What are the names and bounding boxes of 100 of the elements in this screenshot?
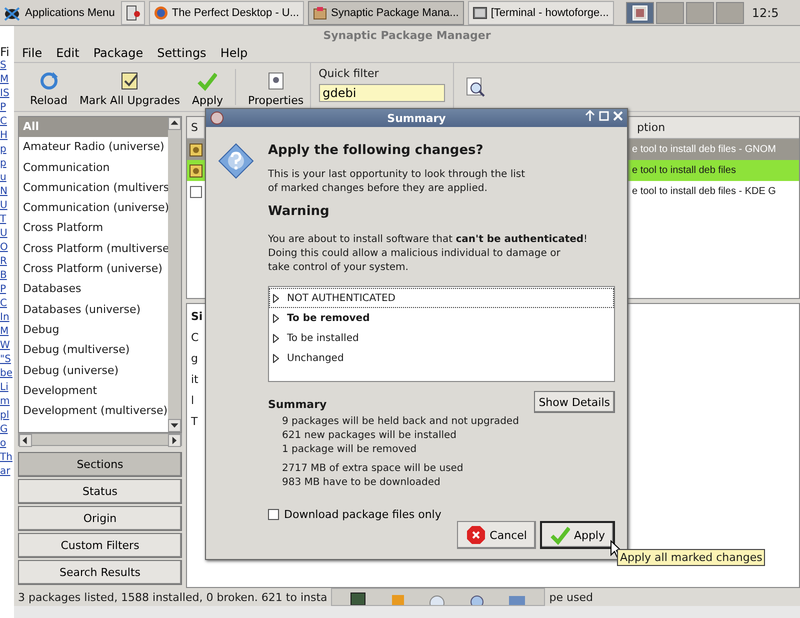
text-fragment: l	[191, 394, 194, 407]
list-item[interactable]: Debug (universe)	[19, 360, 168, 381]
link-fragment[interactable]: m	[0, 396, 14, 408]
workspace-button[interactable]	[626, 2, 654, 24]
link-fragment[interactable]: R	[0, 256, 14, 268]
cancel-button[interactable]: Cancel	[456, 521, 536, 549]
link-fragment[interactable]: p	[0, 144, 14, 156]
menu-button[interactable]: Applications Menu	[0, 0, 117, 24]
menu-item[interactable]: File	[20, 46, 44, 60]
link-fragment[interactable]: Li	[0, 382, 14, 394]
link-fragment[interactable]: Th	[0, 452, 14, 464]
list-item[interactable]: Communication (universe)	[19, 198, 168, 218]
filter-button[interactable]: Status	[18, 479, 182, 504]
toolbar-button[interactable]: Mark All Upgrades	[73, 63, 186, 111]
link-fragment[interactable]: W	[0, 340, 14, 352]
link-fragment[interactable]: M	[0, 326, 14, 338]
list-item[interactable]: Cross Platform	[19, 218, 168, 239]
list-item[interactable]: Debug	[19, 320, 168, 340]
summary-line: 983 MB have to be downloaded	[282, 476, 442, 490]
list-item[interactable]: Databases (universe)	[19, 300, 168, 320]
status-text: 3 packages listed, 1588 installed, 0 broken. 621 to insta	[18, 590, 328, 604]
workspace-button[interactable]	[656, 2, 684, 24]
link-fragment[interactable]: u	[0, 172, 14, 184]
link-fragment[interactable]: U	[0, 200, 14, 212]
link-fragment[interactable]: IS	[0, 88, 14, 100]
tree-item[interactable]: To be installed	[269, 328, 614, 348]
dialog-heading: Apply the following changes?	[268, 143, 484, 158]
link-fragment[interactable]: P	[0, 102, 14, 114]
link-fragment[interactable]: C	[0, 298, 14, 310]
close-icon	[613, 110, 623, 122]
link-fragment[interactable]: N	[0, 186, 14, 198]
link-fragment[interactable]: pl	[0, 410, 14, 422]
check-icon	[550, 525, 570, 545]
filter-button[interactable]: Sections	[18, 452, 182, 477]
expander-icon	[273, 334, 279, 342]
door-icon	[126, 4, 140, 20]
link-fragment[interactable]: O	[0, 242, 14, 254]
package-icon	[313, 6, 328, 20]
link-fragment[interactable]: B	[0, 270, 14, 282]
terminal-icon	[350, 591, 366, 605]
filter-button[interactable]: Origin	[18, 506, 182, 531]
maximize-icon	[599, 110, 609, 122]
link-fragment[interactable]: In	[0, 312, 14, 324]
list-item[interactable]: Amateur Radio (universe)	[19, 137, 168, 158]
tooltip: Apply all marked changes	[617, 549, 766, 566]
list-item[interactable]: Communication	[19, 158, 168, 178]
menu-item[interactable]: Help	[218, 46, 250, 60]
summary-line: 621 new packages will be installed	[282, 429, 458, 443]
link-fragment[interactable]: be	[0, 368, 14, 380]
workspace-button[interactable]	[686, 2, 714, 24]
link-fragment[interactable]: P	[0, 284, 14, 296]
menu-item[interactable]: Settings	[155, 46, 208, 60]
menu-item[interactable]: Fi	[0, 46, 14, 58]
link-fragment[interactable]: T	[0, 214, 14, 226]
tree-item[interactable]: NOT AUTHENTICATED	[269, 288, 614, 308]
scrollbar[interactable]	[168, 117, 181, 432]
terminal-icon	[472, 6, 487, 20]
list-item[interactable]: Cross Platform (universe)	[19, 259, 168, 280]
pin-icon	[585, 110, 595, 122]
workspace-button[interactable]	[716, 2, 744, 24]
list-item[interactable]: Debug (multiverse)	[19, 340, 168, 361]
tree-item[interactable]: Unchanged	[269, 348, 614, 368]
checkbox[interactable]: Download package files only	[268, 508, 442, 521]
link-fragment[interactable]: S	[0, 60, 14, 72]
tree-item[interactable]: To be removed	[269, 308, 614, 328]
taskbar-button[interactable]: Synaptic Package Mana...	[308, 0, 464, 24]
show-desktop-button[interactable]	[120, 0, 145, 24]
link-fragment[interactable]: p	[0, 158, 14, 170]
taskbar-button[interactable]: [Terminal - howtoforge...	[468, 0, 614, 24]
status-text: pe used	[549, 590, 593, 604]
column-header[interactable]: ption	[629, 117, 799, 138]
toolbar-button[interactable]: Properties	[242, 63, 310, 111]
reload-icon	[38, 71, 59, 91]
apply-button[interactable]: Apply	[540, 521, 615, 549]
link-fragment[interactable]: "S	[0, 354, 14, 366]
link-fragment[interactable]: C	[0, 116, 14, 128]
list-item[interactable]: Development (multiverse)	[19, 401, 168, 422]
mouse-icon	[2, 4, 22, 20]
taskbar-button[interactable]: The Perfect Desktop - U...	[148, 0, 304, 24]
list-item[interactable]: Development	[19, 380, 168, 402]
link-fragment[interactable]: ar	[0, 466, 14, 478]
link-fragment[interactable]: H	[0, 130, 14, 142]
toolbar-button[interactable]: Reload	[24, 63, 74, 111]
filter-button[interactable]: Search Results	[18, 560, 182, 585]
link-fragment[interactable]: M	[0, 74, 14, 86]
filter-button[interactable]: Custom Filters	[18, 533, 182, 558]
show-details-button[interactable]: Show Details	[534, 391, 615, 413]
list-item[interactable]: Databases	[19, 279, 168, 300]
text-fragment: it	[191, 373, 198, 386]
menu-item[interactable]: Package	[91, 46, 146, 60]
menu-item[interactable]: Edit	[54, 46, 82, 60]
link-fragment[interactable]: G	[0, 424, 14, 436]
link-fragment[interactable]: o	[0, 438, 14, 450]
app-icon	[210, 111, 224, 125]
scrollbar[interactable]	[18, 433, 182, 446]
search-field[interactable]: gdebi	[318, 84, 445, 102]
field-label: Quick filter	[318, 67, 380, 80]
link-fragment[interactable]: U	[0, 228, 14, 240]
toolbar-button[interactable]: Apply	[186, 63, 230, 111]
text-fragment: Si	[191, 310, 203, 323]
